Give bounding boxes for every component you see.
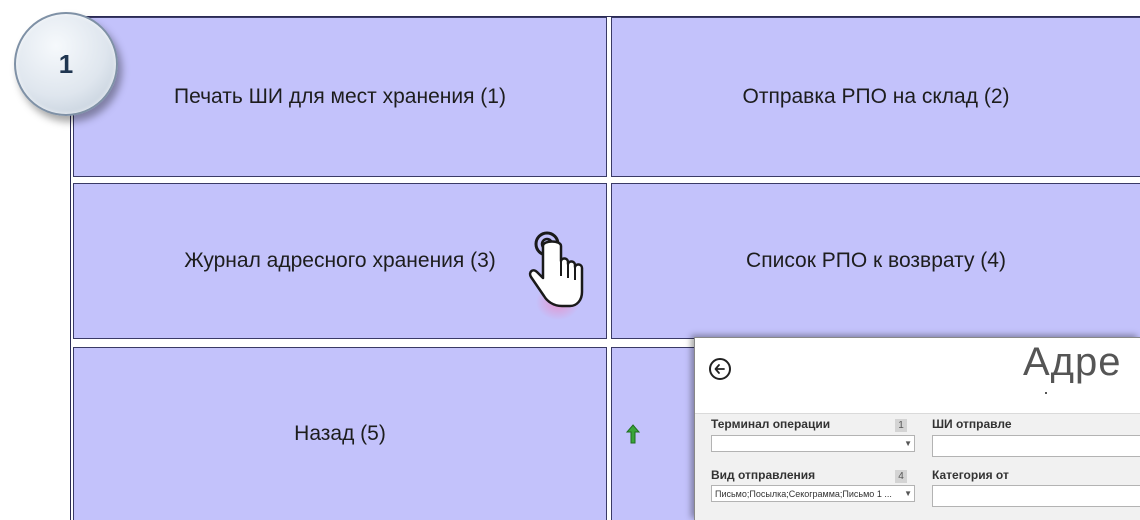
storage-journal-label: Журнал адресного хранения (3) <box>184 249 496 272</box>
return-list-label: Список РПО к возврату (4) <box>746 249 1006 272</box>
barcode-label: ШИ отправле <box>932 417 1012 431</box>
terminal-select[interactable]: ▼ <box>711 435 915 452</box>
chevron-down-icon: ▼ <box>904 439 912 448</box>
chevron-down-icon: ▼ <box>904 489 912 498</box>
step-number-badge: 1 <box>14 12 118 116</box>
filter-form: Терминал операции 1 ▼ ШИ отправле Вид от… <box>695 413 1140 520</box>
arrow-left-icon <box>714 364 725 374</box>
hand-pointer-cursor-icon <box>528 231 584 320</box>
category-label: Категория от <box>932 468 1009 482</box>
send-to-warehouse-button[interactable]: Отправка РПО на склад (2) <box>611 17 1140 177</box>
step-number: 1 <box>58 48 74 79</box>
print-barcodes-label: Печать ШИ для мест хранения (1) <box>174 85 506 108</box>
return-list-button[interactable]: Список РПО к возврату (4) <box>611 183 1140 339</box>
back-button[interactable]: Назад (5) <box>73 347 607 520</box>
barcode-input[interactable] <box>932 435 1140 457</box>
mail-type-select-value: Письмо;Посылка;Секограмма;Письмо 1 ... <box>715 488 892 499</box>
storage-journal-window: Адре Терминал операции 1 ▼ ШИ отправле В… <box>694 337 1140 520</box>
up-arrow-icon <box>626 424 640 444</box>
send-to-warehouse-label: Отправка РПО на склад (2) <box>742 85 1010 108</box>
back-arrow-button[interactable] <box>709 358 731 380</box>
window-title: Адре <box>1023 340 1122 384</box>
mail-type-label: Вид отправления <box>711 468 816 482</box>
separator-dot <box>1045 392 1047 394</box>
mail-type-number-badge: 4 <box>895 470 907 483</box>
terminal-number-badge: 1 <box>895 419 907 432</box>
mail-type-select[interactable]: Письмо;Посылка;Секограмма;Письмо 1 ... ▼ <box>711 485 915 502</box>
terminal-label: Терминал операции <box>711 417 831 431</box>
back-label: Назад (5) <box>294 422 386 445</box>
print-barcodes-button[interactable]: Печать ШИ для мест хранения (1) <box>73 17 607 177</box>
category-input[interactable] <box>932 485 1140 507</box>
